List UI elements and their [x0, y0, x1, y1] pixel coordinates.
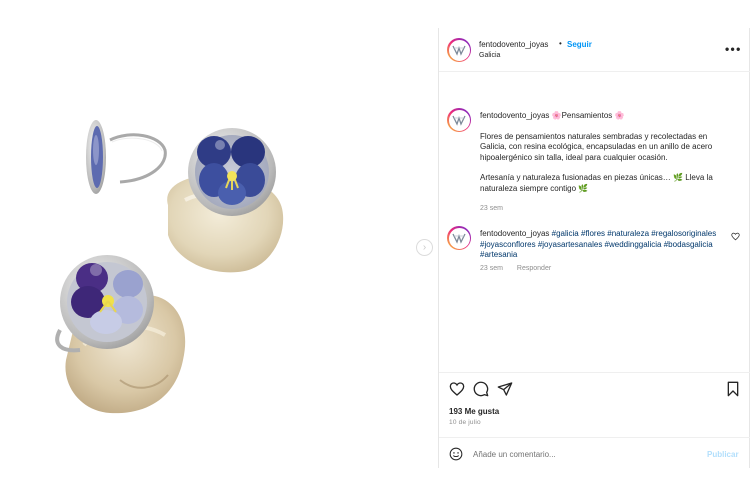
reply-button[interactable]: Responder	[517, 265, 551, 272]
heart-icon[interactable]	[449, 381, 465, 397]
caption-text: fentodovento_joyas 🌸Pensamientos 🌸 Flore…	[480, 111, 730, 204]
caption-paragraph-2: Artesanía y naturaleza fusionadas en pie…	[480, 173, 713, 193]
comment-meta: 23 sem Responder	[480, 265, 563, 272]
next-image-button[interactable]: ›	[416, 239, 433, 256]
caption-paragraph-1: Flores de pensamientos naturales sembrad…	[480, 131, 713, 162]
likes-count[interactable]: 193 Me gusta	[449, 407, 499, 416]
avatar[interactable]	[447, 108, 471, 132]
more-options-icon[interactable]: • • •	[725, 42, 740, 56]
caption-username[interactable]: fentodovento_joyas	[480, 111, 549, 120]
avatar-image	[448, 227, 470, 249]
hashtag-link[interactable]: #regalosoriginales	[651, 229, 716, 238]
hashtag-link[interactable]: #bodasgalicia	[664, 240, 713, 249]
post-username[interactable]: fentodovento_joyas	[479, 40, 548, 49]
hashtag-link[interactable]: #artesania	[480, 250, 517, 259]
avatar[interactable]	[447, 38, 471, 62]
bookmark-icon[interactable]	[725, 381, 741, 397]
avatar-image	[448, 39, 470, 61]
post-image-pane: ›	[0, 0, 438, 500]
avatar-image	[448, 109, 470, 131]
share-icon[interactable]	[497, 381, 513, 397]
chevron-right-icon: ›	[422, 242, 427, 253]
caption-time[interactable]: 23 sem	[480, 205, 503, 212]
post-location[interactable]: Galicia	[479, 52, 500, 59]
caption-title: 🌸Pensamientos 🌸	[551, 111, 625, 120]
ring-top	[188, 128, 276, 216]
separator-dot: •	[559, 39, 562, 48]
caption-meta: 23 sem	[480, 205, 515, 212]
comment-time[interactable]: 23 sem	[480, 265, 503, 272]
comment-username[interactable]: fentodovento_joyas	[480, 229, 549, 238]
publish-button[interactable]: Publicar	[707, 450, 739, 459]
emoji-icon[interactable]	[449, 447, 463, 461]
comment-text: fentodovento_joyas #galicia #flores #nat…	[480, 229, 730, 261]
hashtag-link[interactable]: #flores	[581, 229, 605, 238]
hashtag-link[interactable]: #weddinggalicia	[605, 240, 662, 249]
post-header: fentodovento_joyas • Seguir Galicia • • …	[439, 28, 750, 72]
comment-icon[interactable]	[473, 381, 489, 397]
comment-input[interactable]	[473, 446, 693, 462]
ring-side-view	[86, 120, 167, 194]
post-side-pane: fentodovento_joyas • Seguir Galicia • • …	[439, 28, 750, 468]
hashtag-link[interactable]: #joyasconflores	[480, 240, 536, 249]
post-actions: 193 Me gusta 10 de julio Publicar	[439, 372, 750, 468]
hashtag-link[interactable]: #joyasartesanales	[538, 240, 602, 249]
follow-button[interactable]: Seguir	[567, 40, 592, 49]
add-comment-bar: Publicar	[439, 437, 750, 469]
comments-section[interactable]: fentodovento_joyas 🌸Pensamientos 🌸 Flore…	[439, 72, 750, 372]
hashtag-link[interactable]: #galicia	[552, 229, 579, 238]
post-date[interactable]: 10 de julio	[449, 419, 481, 426]
product-photo	[55, 120, 284, 414]
hashtag-link[interactable]: #naturaleza	[607, 229, 649, 238]
avatar[interactable]	[447, 226, 471, 250]
like-comment-icon[interactable]	[731, 232, 740, 241]
